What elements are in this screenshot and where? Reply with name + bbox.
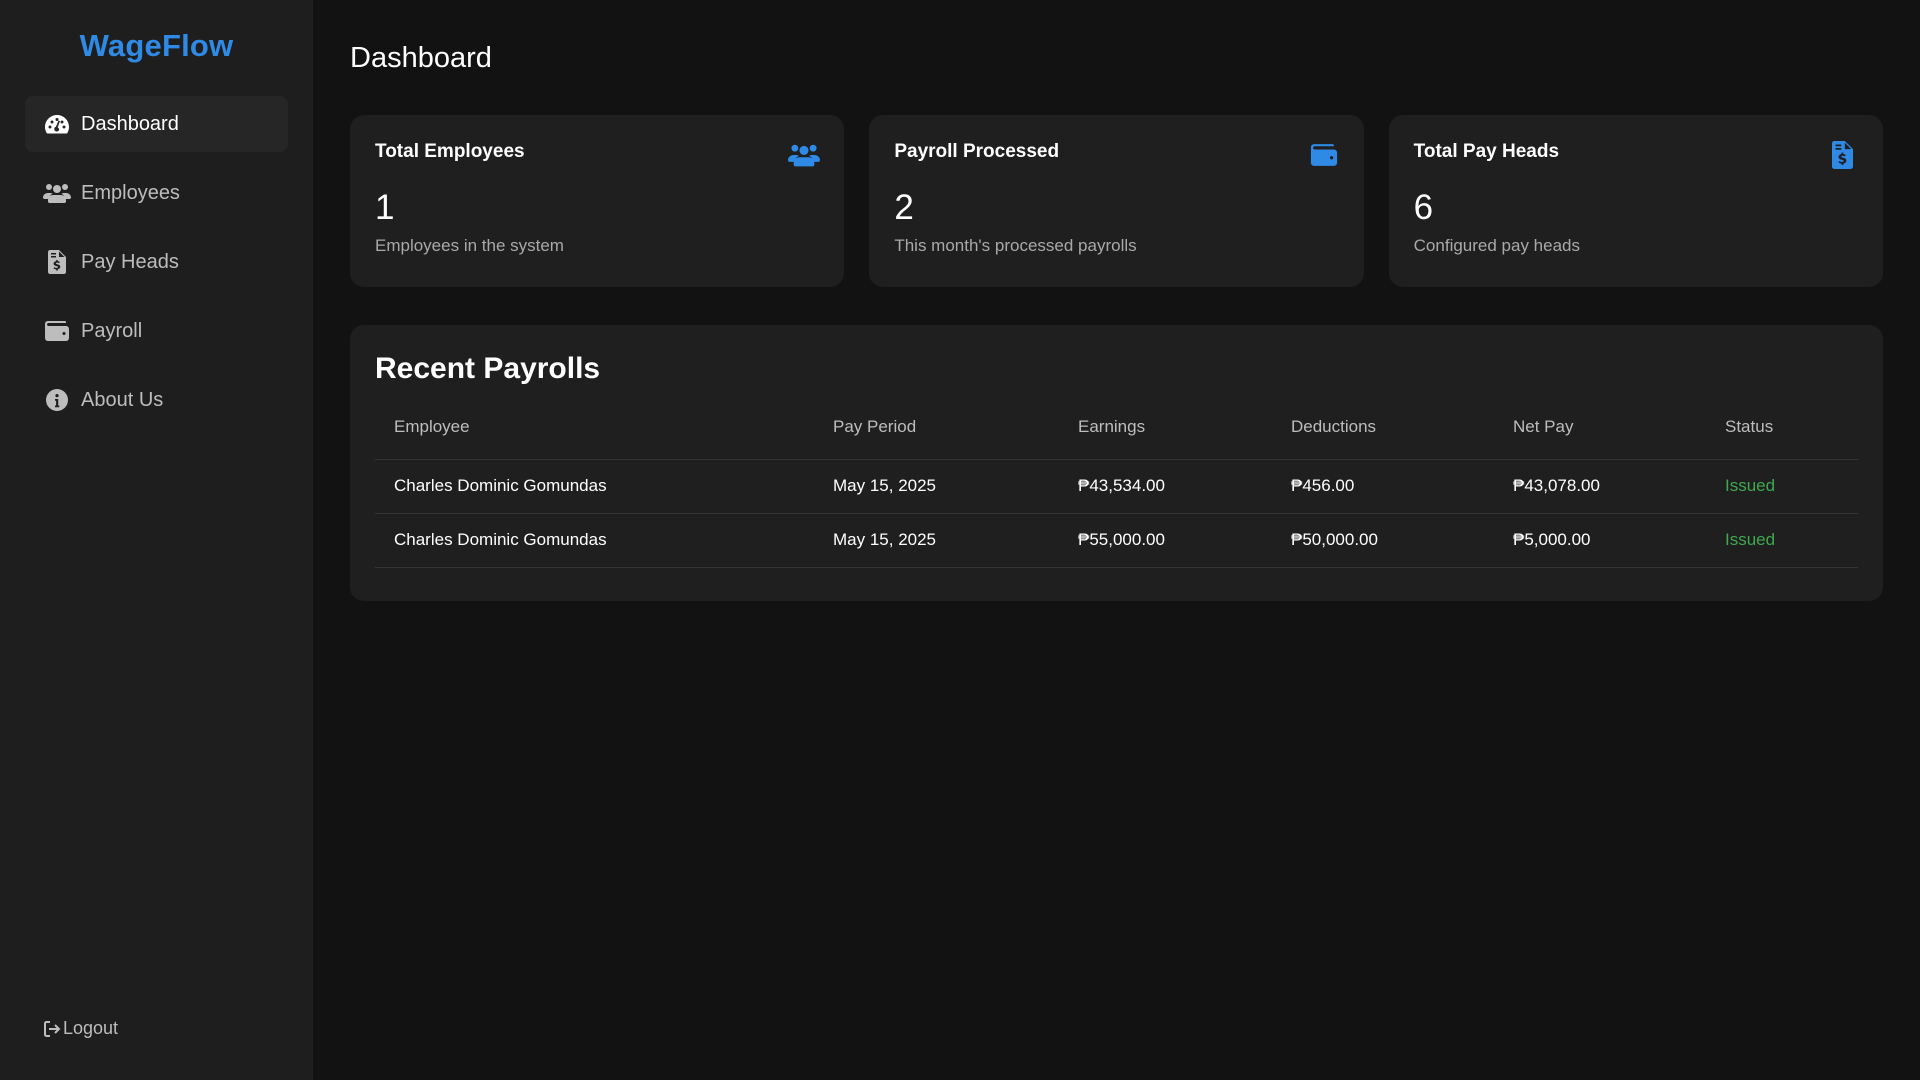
file-invoice-dollar-icon xyxy=(1827,139,1859,171)
app: WageFlow Dashboard Employees Pay Heads P… xyxy=(0,0,1920,1080)
recent-payrolls-table: Employee Pay Period Earnings Deductions … xyxy=(375,417,1858,568)
sidebar-item-payroll[interactable]: Payroll xyxy=(25,303,288,359)
cell-earnings: ₱55,000.00 xyxy=(1059,513,1272,568)
logout-button[interactable]: Logout xyxy=(43,1018,118,1039)
cell-net-pay: ₱43,078.00 xyxy=(1494,459,1706,514)
column-header-net-pay: Net Pay xyxy=(1494,417,1706,460)
cell-deductions: ₱50,000.00 xyxy=(1272,513,1494,568)
card-title: Total Employees xyxy=(375,141,525,162)
sign-out-icon xyxy=(44,1020,61,1037)
cell-deductions: ₱456.00 xyxy=(1272,459,1494,514)
users-icon xyxy=(43,179,71,207)
recent-payrolls-panel: Recent Payrolls Employee Pay Period Earn… xyxy=(350,325,1883,601)
users-icon xyxy=(788,139,821,171)
table-header-row: Employee Pay Period Earnings Deductions … xyxy=(375,417,1858,460)
sidebar-item-dashboard[interactable]: Dashboard xyxy=(25,96,288,152)
wallet-icon xyxy=(1308,139,1340,171)
card-title: Payroll Processed xyxy=(894,141,1060,162)
gauge-icon xyxy=(43,110,71,138)
sidebar-item-label: Payroll xyxy=(81,319,143,342)
recent-payrolls-title: Recent Payrolls xyxy=(375,352,601,385)
card-value: 2 xyxy=(894,188,914,227)
card-title: Total Pay Heads xyxy=(1413,141,1560,162)
file-invoice-dollar-icon xyxy=(43,248,71,276)
card-total-employees: Total Employees 1 Employees in the syste… xyxy=(350,115,845,287)
table-row[interactable]: Charles Dominic Gomundas May 15, 2025 ₱4… xyxy=(375,459,1858,514)
sidebar-item-pay-heads[interactable]: Pay Heads xyxy=(25,234,288,290)
column-header-pay-period: Pay Period xyxy=(814,417,1059,460)
sidebar-item-about-us[interactable]: About Us xyxy=(25,372,288,428)
sidebar-item-label: Pay Heads xyxy=(81,250,179,273)
sidebar-item-label: Dashboard xyxy=(81,112,179,135)
logout-label: Logout xyxy=(63,1018,119,1038)
wallet-icon xyxy=(43,317,71,345)
cell-pay-period: May 15, 2025 xyxy=(814,513,1059,568)
sidebar-item-employees[interactable]: Employees xyxy=(25,165,288,221)
cell-net-pay: ₱5,000.00 xyxy=(1494,513,1706,568)
cell-status: Issued xyxy=(1706,459,1858,514)
cell-status: Issued xyxy=(1706,513,1858,568)
sidebar-nav: Dashboard Employees Pay Heads Payroll Ab… xyxy=(0,96,313,428)
card-value: 1 xyxy=(375,188,395,227)
card-description: Employees in the system xyxy=(375,236,564,255)
brand-logo[interactable]: WageFlow xyxy=(0,0,313,96)
card-description: Configured pay heads xyxy=(1413,236,1580,255)
card-payroll-processed: Payroll Processed 2 This month's process… xyxy=(869,115,1364,287)
sidebar: WageFlow Dashboard Employees Pay Heads P… xyxy=(0,0,313,1080)
card-total-pay-heads: Total Pay Heads 6 Configured pay heads xyxy=(1388,115,1883,287)
main-content: Dashboard Total Employees 1 Employees in… xyxy=(313,0,1920,1080)
column-header-status: Status xyxy=(1706,417,1858,460)
cell-employee: Charles Dominic Gomundas xyxy=(375,459,814,514)
page-title: Dashboard xyxy=(350,42,492,74)
sidebar-item-label: Employees xyxy=(81,181,180,204)
sidebar-item-label: About Us xyxy=(81,388,164,411)
column-header-earnings: Earnings xyxy=(1059,417,1272,460)
info-circle-icon xyxy=(43,386,71,414)
summary-cards: Total Employees 1 Employees in the syste… xyxy=(350,115,1883,287)
card-value: 6 xyxy=(1413,188,1434,227)
table-row[interactable]: Charles Dominic Gomundas May 15, 2025 ₱5… xyxy=(375,513,1858,568)
cell-earnings: ₱43,534.00 xyxy=(1059,459,1272,514)
cell-pay-period: May 15, 2025 xyxy=(814,459,1059,514)
column-header-deductions: Deductions xyxy=(1272,417,1494,460)
card-description: This month's processed payrolls xyxy=(894,236,1137,255)
cell-employee: Charles Dominic Gomundas xyxy=(375,513,814,568)
column-header-employee: Employee xyxy=(375,417,814,460)
